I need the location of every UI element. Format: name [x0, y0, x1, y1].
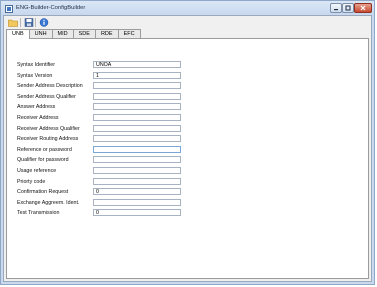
field-input[interactable]: [93, 114, 181, 121]
client-area: UNBUNHMIDSDERDEEFC Syntax IdentifierSynt…: [3, 15, 372, 282]
field-label: Usage reference: [17, 168, 57, 174]
toolbar: [4, 16, 371, 29]
tab-efc[interactable]: EFC: [117, 29, 141, 38]
tab-unb[interactable]: UNB: [6, 29, 30, 39]
tab-sde[interactable]: SDE: [72, 29, 96, 38]
app-icon: [5, 5, 13, 13]
window-title: ENG-Builder-ConfigBuilder: [16, 5, 86, 11]
tab-mid[interactable]: MID: [51, 29, 74, 38]
field-input[interactable]: [93, 103, 181, 110]
tab-unh[interactable]: UNH: [28, 29, 53, 38]
field-label: Syntax Identifier: [17, 62, 55, 68]
save-icon[interactable]: [24, 18, 34, 27]
field-label: Receiver Address Qualifier: [17, 126, 80, 132]
minimize-icon: [334, 9, 338, 11]
field-input[interactable]: [93, 156, 181, 163]
open-folder-icon[interactable]: [8, 18, 18, 27]
field-label: Syntax Version: [17, 73, 53, 79]
field-label: Sender Address Description: [17, 83, 83, 89]
minimize-button[interactable]: [330, 3, 342, 13]
maximize-button[interactable]: [342, 3, 354, 13]
field-label: Confirmation Request: [17, 189, 69, 195]
field-label: Receiver Address: [17, 115, 59, 121]
toolbar-separator: [20, 18, 21, 27]
field-input[interactable]: [93, 125, 181, 132]
app-window: ENG-Builder-ConfigBuilder UNB UNH MID SD…: [0, 0, 375, 285]
field-input[interactable]: [93, 188, 181, 195]
field-label: Receiver Routing Address: [17, 136, 79, 142]
field-label: Priorty code: [17, 179, 46, 185]
close-icon: [360, 5, 366, 11]
tab-panel-unb: Syntax Identifier Syntax Version Sender Ad…: [6, 38, 369, 279]
field-label: Sender Address Qualifier: [17, 94, 76, 100]
field-label: Qualifier for password: [17, 157, 69, 163]
field-input[interactable]: [93, 167, 181, 174]
close-button[interactable]: [354, 3, 372, 13]
field-input[interactable]: [93, 146, 181, 153]
tab-rde[interactable]: RDE: [94, 29, 119, 38]
field-label: Answer Address: [17, 104, 56, 110]
maximize-icon: [345, 5, 351, 11]
field-label: Reference or password: [17, 147, 72, 153]
tab-strip: UNB UNH MID SDE RDE EFC: [6, 29, 141, 39]
field-input[interactable]: [93, 82, 181, 89]
field-input[interactable]: [93, 135, 181, 142]
field-input[interactable]: [93, 209, 181, 216]
field-label: Exchange Aggreem. Ident.: [17, 200, 80, 206]
toolbar-separator: [35, 18, 36, 27]
field-input[interactable]: [93, 178, 181, 185]
field-input[interactable]: [93, 199, 181, 206]
info-icon[interactable]: [39, 18, 49, 27]
field-label: Test Transmission: [17, 210, 60, 216]
field-input[interactable]: [93, 93, 181, 100]
field-input[interactable]: [93, 61, 181, 68]
field-input[interactable]: [93, 72, 181, 79]
